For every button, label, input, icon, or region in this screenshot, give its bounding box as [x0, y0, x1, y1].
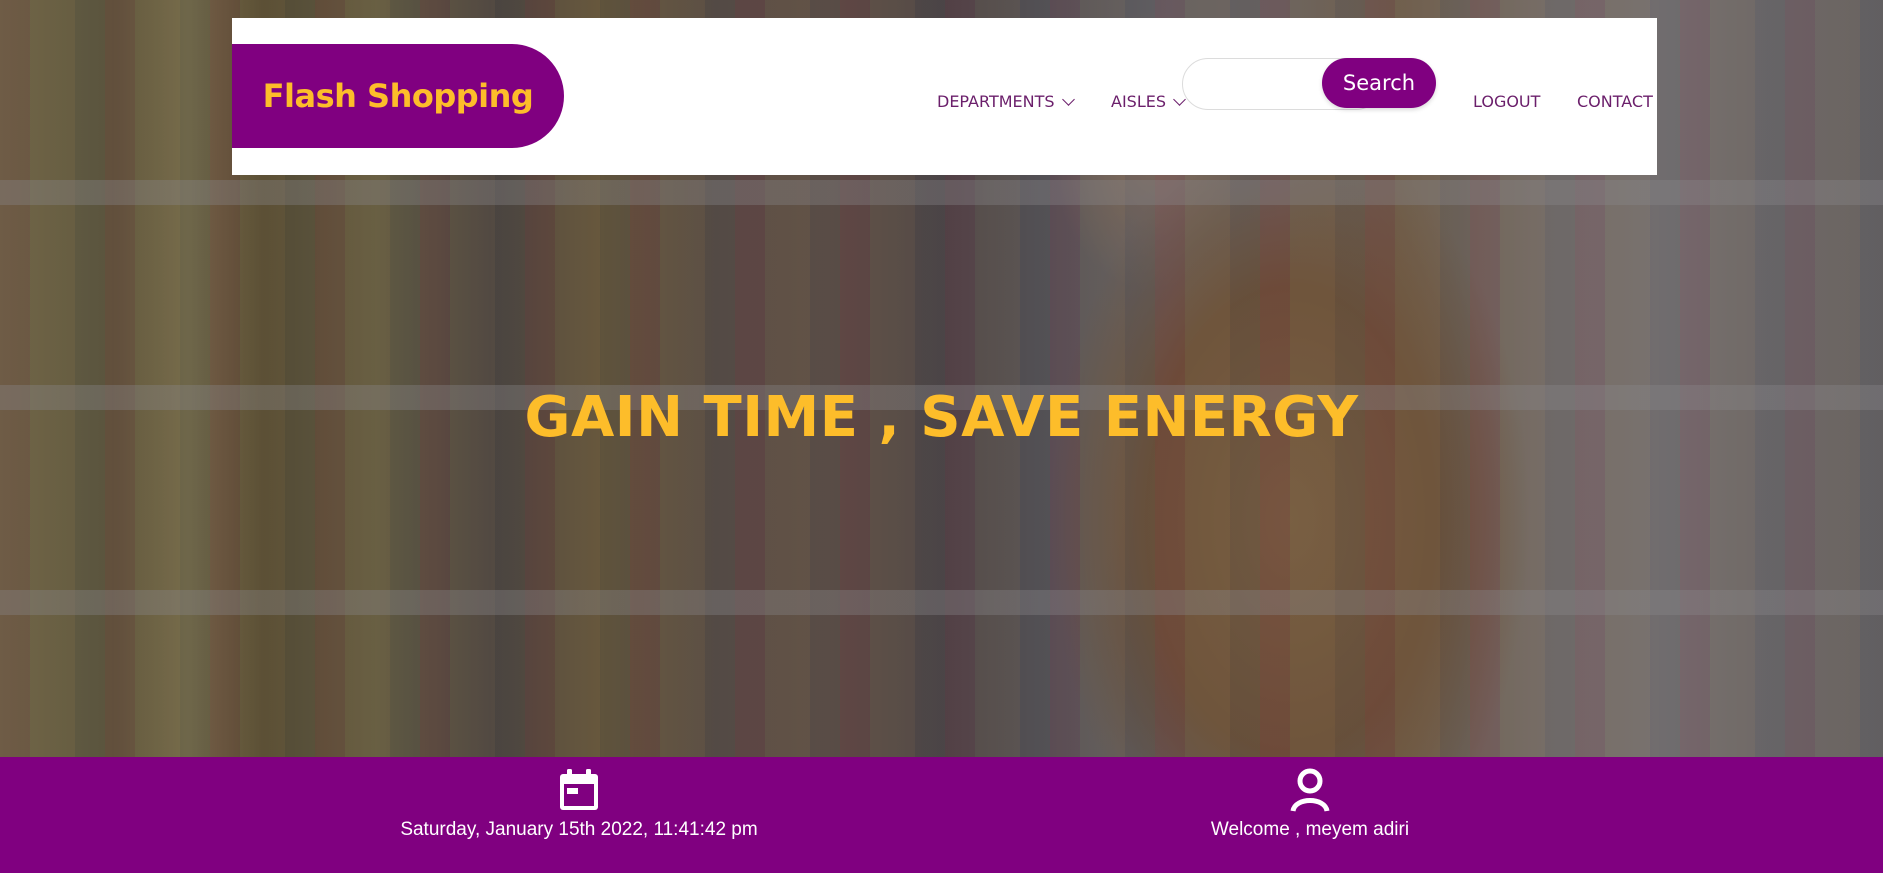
nav-departments-label: DEPARTMENTS	[937, 92, 1055, 111]
user-icon	[1290, 768, 1330, 812]
welcome-message: Welcome , meyem adiri	[1210, 819, 1410, 840]
brand-logo[interactable]: Flash Shopping	[232, 44, 564, 148]
datetime-block: Saturday, January 15th 2022, 11:41:42 pm	[299, 757, 859, 873]
nav-aisles-label: AISLES	[1111, 92, 1166, 111]
nav-logout-label: LOGOUT	[1473, 92, 1541, 111]
nav-logout[interactable]: LOGOUT	[1473, 92, 1540, 111]
footer-bar: Saturday, January 15th 2022, 11:41:42 pm…	[0, 757, 1883, 873]
current-datetime: Saturday, January 15th 2022, 11:41:42 pm	[400, 819, 758, 840]
welcome-block: Welcome , meyem adiri	[1030, 757, 1590, 873]
brand-name: Flash Shopping	[262, 77, 534, 115]
search-form: Search	[1182, 58, 1436, 110]
chevron-down-icon	[1061, 92, 1075, 106]
nav-aisles[interactable]: AISLES	[1111, 92, 1186, 111]
nav-contact-label: CONTACT	[1577, 92, 1653, 111]
calendar-icon	[560, 769, 598, 810]
page: Flash Shopping DEPARTMENTS AISLES Search…	[0, 0, 1883, 873]
site-header: Flash Shopping DEPARTMENTS AISLES Search…	[232, 18, 1657, 175]
nav-departments[interactable]: DEPARTMENTS	[937, 92, 1075, 111]
search-button[interactable]: Search	[1322, 58, 1436, 108]
hero-title: GAIN TIME , SAVE ENERGY	[524, 385, 1359, 450]
nav-contact[interactable]: CONTACT	[1577, 92, 1653, 111]
